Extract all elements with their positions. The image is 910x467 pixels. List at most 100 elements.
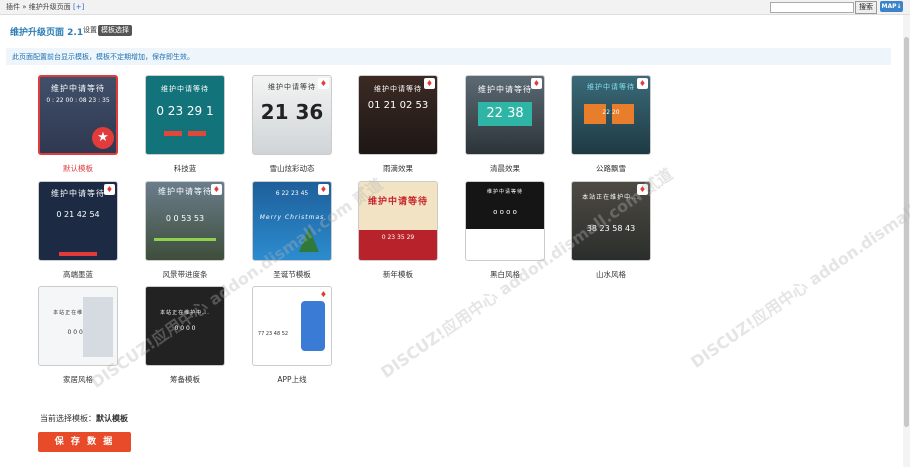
search-input[interactable] bbox=[770, 2, 854, 13]
template-thumbnail[interactable]: 本站正在维护中... 0 0 0 0 bbox=[145, 286, 225, 366]
template-name[interactable]: 黑白风格 bbox=[465, 269, 545, 280]
add-shortcut-link[interactable]: [+] bbox=[73, 3, 84, 11]
thumb-progress-bar bbox=[154, 238, 216, 241]
thumb-countdown: 22 20 bbox=[602, 109, 620, 116]
breadcrumb-page[interactable]: 维护升级页面 bbox=[29, 3, 71, 11]
tab-template-select[interactable]: 模板选择 bbox=[98, 25, 132, 36]
template-card-home[interactable]: 本站正在维护中... 0 0 0 0 家居风格 bbox=[38, 286, 118, 384]
template-card-preparation[interactable]: 本站正在维护中... 0 0 0 0 筹备模板 bbox=[145, 286, 225, 384]
search-button[interactable]: 搜索 bbox=[855, 1, 877, 14]
template-name[interactable]: 公路飘雪 bbox=[571, 163, 651, 174]
breadcrumb-separator: » bbox=[22, 3, 27, 11]
template-card-snow-mountain[interactable]: ♦ 维护中请等待 21 36 雪山炫彩动态 bbox=[252, 75, 332, 173]
thumb-countdown: o o o o bbox=[493, 208, 517, 216]
thumb-countdown: 01 21 02 53 bbox=[367, 100, 429, 111]
thumb-title: 维护中请等待 bbox=[367, 197, 428, 207]
template-card-app-launch[interactable]: ♦ 77 23 48 52 APP上线 bbox=[252, 286, 332, 384]
thumb-countdown: 6 22 23 45 bbox=[275, 190, 309, 197]
template-thumbnail[interactable]: ♦ 维护中请等待 0 0 53 53 bbox=[145, 181, 225, 261]
template-card-new-year[interactable]: 维护中请等待 0 23 35 29 新年模板 bbox=[358, 181, 438, 279]
template-thumbnail[interactable]: 维护中请等待 0 23 29 1 bbox=[145, 75, 225, 155]
top-bar: 插件 » 维护升级页面 [+] 搜索 MAP↓ bbox=[0, 0, 910, 15]
thumb-button bbox=[188, 131, 206, 136]
template-thumbnail[interactable]: ♦ 6 22 23 45 Merry Christmas bbox=[252, 181, 332, 261]
template-name[interactable]: 新年模板 bbox=[358, 269, 438, 280]
phone-mockup bbox=[301, 301, 325, 351]
thumb-countdown: 0 21 42 54 bbox=[56, 210, 100, 219]
template-thumbnail[interactable]: 维护中请等待 0 : 22 00 : 08 23 : 35 ★ bbox=[38, 75, 118, 155]
template-name[interactable]: 科技蓝 bbox=[145, 163, 225, 174]
template-card-ink-blue[interactable]: ♦ 维护中请等待 0 21 42 54 高端墨蓝 bbox=[38, 181, 118, 279]
thumb-title: 本站正在维护中... bbox=[160, 310, 210, 316]
save-button[interactable]: 保 存 数 据 bbox=[38, 432, 131, 452]
thumb-title: 维护中请等待 bbox=[51, 84, 105, 93]
template-name[interactable]: APP上线 bbox=[252, 374, 332, 385]
watermark: DISCUZ!应用中心 addon.dismall.com 贰道 bbox=[87, 174, 387, 392]
thumb-countdown: 0 23 35 29 bbox=[381, 234, 415, 241]
current-template-label: 当前选择模板： bbox=[40, 414, 96, 423]
tab-settings[interactable]: 设置 bbox=[80, 25, 100, 36]
thumb-title: 本站正在维护中... bbox=[582, 194, 640, 201]
template-name[interactable]: 默认模板 bbox=[38, 163, 118, 174]
gift-icon: ♦ bbox=[318, 289, 329, 300]
thumb-countdown: 0 : 22 00 : 08 23 : 35 bbox=[46, 97, 110, 104]
map-button[interactable]: MAP↓ bbox=[880, 1, 903, 12]
template-card-road-snow[interactable]: ♦ 维护中请等待 22 20 公路飘雪 bbox=[571, 75, 651, 173]
scrollbar[interactable] bbox=[903, 15, 910, 467]
thumb-countdown: 38 23 58 43 bbox=[586, 224, 636, 233]
template-thumbnail[interactable]: 维护中请等待 o o o o bbox=[465, 181, 545, 261]
template-name[interactable]: 高端墨蓝 bbox=[38, 269, 118, 280]
selected-star-icon: ★ bbox=[92, 127, 114, 149]
thumb-title: 维护中请等待 bbox=[374, 85, 422, 93]
template-card-christmas[interactable]: ♦ 6 22 23 45 Merry Christmas 圣诞节模板 bbox=[252, 181, 332, 279]
template-card-mountain-water[interactable]: ♦ 本站正在维护中... 38 23 58 43 山水风格 bbox=[571, 181, 651, 279]
thumb-countdown: 0 0 53 53 bbox=[165, 214, 205, 223]
template-name[interactable]: 风景带进度条 bbox=[145, 269, 225, 280]
template-card-tech-blue[interactable]: 维护中请等待 0 23 29 1 科技蓝 bbox=[145, 75, 225, 173]
template-thumbnail[interactable]: ♦ 本站正在维护中... 38 23 58 43 bbox=[571, 181, 651, 261]
thumb-title: 维护中请等待 bbox=[486, 189, 523, 195]
template-name[interactable]: 筹备模板 bbox=[145, 374, 225, 385]
template-name[interactable]: 雨滴效果 bbox=[358, 163, 438, 174]
template-thumbnail[interactable]: ♦ 维护中请等待 22 20 bbox=[571, 75, 651, 155]
template-thumbnail[interactable]: 维护中请等待 0 23 35 29 bbox=[358, 181, 438, 261]
template-name[interactable]: 山水风格 bbox=[571, 269, 651, 280]
template-thumbnail[interactable]: ♦ 维护中请等待 01 21 02 53 bbox=[358, 75, 438, 155]
template-name[interactable]: 圣诞节模板 bbox=[252, 269, 332, 280]
thumb-countdown: 22 38 bbox=[486, 106, 524, 121]
thumb-title: 维护中请等待 bbox=[268, 83, 316, 91]
christmas-tree-icon bbox=[299, 228, 319, 252]
map-button-label: MAP bbox=[881, 3, 897, 10]
template-card-landscape-progress[interactable]: ♦ 维护中请等待 0 0 53 53 风景带进度条 bbox=[145, 181, 225, 279]
current-template-value: 默认模板 bbox=[96, 414, 128, 423]
scrollbar-thumb[interactable] bbox=[904, 37, 909, 427]
current-template: 当前选择模板：默认模板 bbox=[40, 413, 128, 424]
notice-text: 此页面配置前台显示模板，模板不定期增加，保存即生效。 bbox=[12, 53, 194, 61]
thumb-title: Merry Christmas bbox=[259, 214, 325, 221]
breadcrumb-plugin[interactable]: 插件 bbox=[6, 3, 20, 11]
breadcrumb: 插件 » 维护升级页面 [+] bbox=[6, 2, 84, 12]
thumb-buttons bbox=[59, 252, 97, 256]
template-thumbnail[interactable]: ♦ 维护中请等待 0 21 42 54 bbox=[38, 181, 118, 261]
thumb-countdown: 0 0 0 0 bbox=[174, 325, 196, 332]
thumb-photo bbox=[83, 297, 113, 357]
thumb-countdown: 21 36 bbox=[260, 100, 324, 124]
template-thumbnail[interactable]: ♦ 77 23 48 52 bbox=[252, 286, 332, 366]
down-arrow-icon: ↓ bbox=[896, 3, 902, 10]
thumb-countdown: 0 23 29 1 bbox=[156, 104, 214, 118]
template-name[interactable]: 清晨效果 bbox=[465, 163, 545, 174]
template-card-morning[interactable]: ♦ 维护中请等待 22 38 清晨效果 bbox=[465, 75, 545, 173]
template-name[interactable]: 家居风格 bbox=[38, 374, 118, 385]
template-thumbnail[interactable]: ♦ 维护中请等待 22 38 bbox=[465, 75, 545, 155]
notice-bar: 此页面配置前台显示模板，模板不定期增加，保存即生效。 bbox=[6, 48, 891, 65]
thumb-title: 维护中请等待 bbox=[51, 189, 105, 198]
template-card-black-white[interactable]: 维护中请等待 o o o o 黑白风格 bbox=[465, 181, 545, 279]
template-thumbnail[interactable]: 本站正在维护中... 0 0 0 0 bbox=[38, 286, 118, 366]
page-title: 维护升级页面 2.1 bbox=[10, 28, 84, 38]
page-header: 维护升级页面 2.1 设置 模板选择 bbox=[0, 15, 903, 45]
template-card-raindrop[interactable]: ♦ 维护中请等待 01 21 02 53 雨滴效果 bbox=[358, 75, 438, 173]
template-card-default[interactable]: 维护中请等待 0 : 22 00 : 08 23 : 35 ★ 默认模板 bbox=[38, 75, 118, 173]
thumb-countdown: 77 23 48 52 bbox=[257, 331, 289, 337]
template-name[interactable]: 雪山炫彩动态 bbox=[252, 163, 332, 174]
template-thumbnail[interactable]: ♦ 维护中请等待 21 36 bbox=[252, 75, 332, 155]
